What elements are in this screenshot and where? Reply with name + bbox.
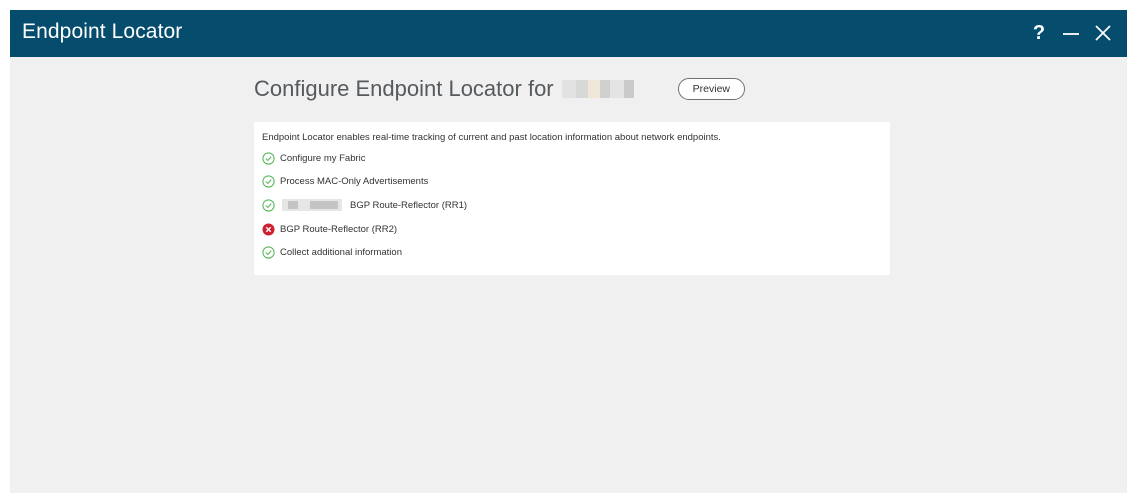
- preview-button[interactable]: Preview: [677, 78, 745, 100]
- check-circle-icon: [262, 245, 275, 259]
- step-bgp-rr1: BGP Route-Reflector (RR1): [262, 197, 467, 213]
- step-process-mac-only: Process MAC-Only Advertisements: [262, 173, 428, 189]
- minimize-button[interactable]: [1055, 18, 1087, 48]
- help-icon: ?: [1032, 21, 1046, 44]
- configuration-summary-card: Endpoint Locator enables real-time track…: [254, 122, 890, 275]
- check-circle-icon: [262, 198, 275, 212]
- redacted-device-name: [282, 199, 342, 211]
- minimize-icon: [1063, 33, 1079, 35]
- check-circle-icon: [262, 151, 275, 165]
- error-circle-icon: [262, 223, 275, 236]
- help-button[interactable]: ?: [1023, 18, 1055, 48]
- step-label: BGP Route-Reflector (RR1): [350, 199, 468, 211]
- step-label: Configure my Fabric: [280, 152, 366, 164]
- page-title: Configure Endpoint Locator for: [254, 76, 554, 101]
- step-label: BGP Route-Reflector (RR2): [280, 223, 398, 235]
- step-label: Collect additional information: [280, 246, 402, 258]
- check-circle-icon: [262, 174, 275, 188]
- window-controls: ?: [1023, 18, 1119, 48]
- step-label: Process MAC-Only Advertisements: [280, 175, 429, 187]
- close-button[interactable]: [1087, 18, 1119, 48]
- redacted-fabric-name: [561, 80, 652, 98]
- step-bgp-rr2: BGP Route-Reflector (RR2): [262, 221, 397, 237]
- heading-row: Configure Endpoint Locator for Preview: [254, 74, 745, 104]
- title-bar: Endpoint Locator ?: [10, 10, 1127, 57]
- step-configure-fabric: Configure my Fabric: [262, 150, 366, 166]
- close-icon: [1095, 25, 1111, 41]
- description-text: Endpoint Locator enables real-time track…: [262, 132, 721, 143]
- window-title: Endpoint Locator: [22, 20, 183, 43]
- step-collect-info: Collect additional information: [262, 244, 402, 260]
- endpoint-locator-window: Endpoint Locator ? Configure Endpoint Lo…: [10, 10, 1127, 493]
